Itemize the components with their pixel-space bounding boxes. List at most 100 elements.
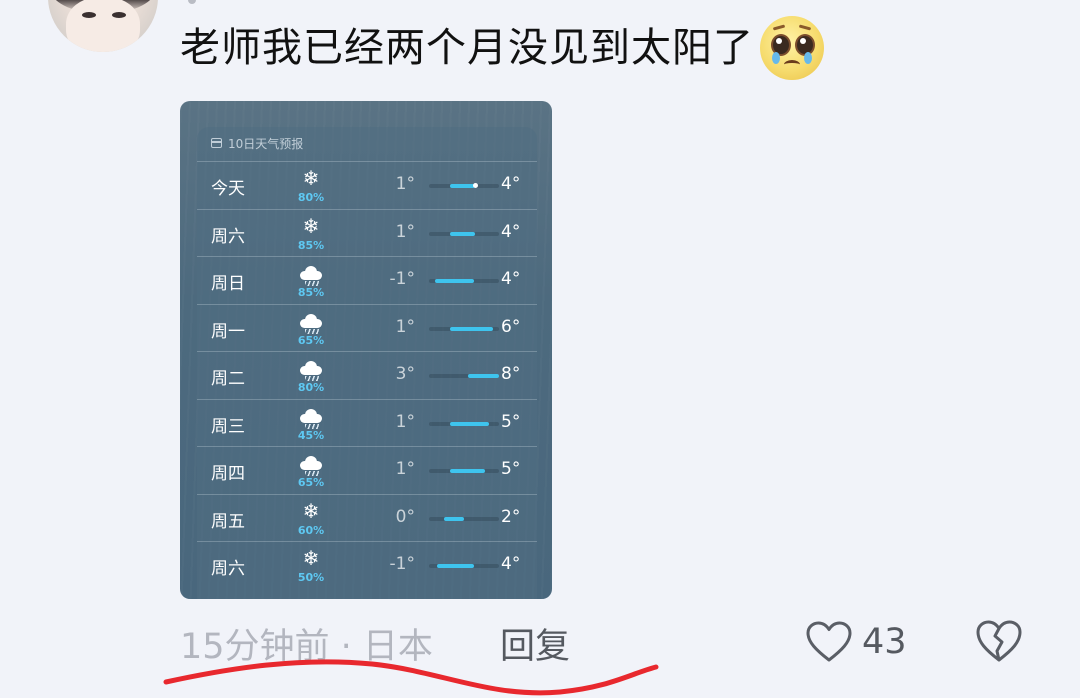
temp-range-bar [429, 469, 499, 473]
forecast-day: 今天 [211, 179, 245, 199]
temp-range-bar [429, 231, 499, 236]
forecast-row: 周一 65% 1° 6° [197, 303, 537, 352]
temp-range-bar [429, 374, 499, 378]
like-button[interactable]: 43 [806, 618, 907, 666]
temp-range-bar [429, 183, 499, 188]
temp-range-fill [450, 421, 489, 426]
precip-chance: 65% [297, 476, 325, 489]
reply-button[interactable]: 回复 [500, 618, 570, 669]
avatar-eye-left [82, 12, 96, 18]
forecast-header: 10日天气预报 [211, 135, 303, 151]
high-temp: 8° [501, 364, 521, 384]
snow-cloud-icon [295, 261, 327, 286]
temp-range-bar [429, 279, 499, 283]
precip-chance: 65% [297, 333, 325, 347]
temp-range-bar [429, 421, 499, 426]
snow-icon: ❄ [302, 498, 320, 523]
pleading-face-emoji-icon [760, 16, 824, 80]
comment-text: 老师我已经两个月没见到太阳了 [180, 25, 754, 71]
user-avatar[interactable] [48, 0, 158, 52]
low-temp: 1° [395, 459, 415, 479]
snow-icon: ❄ [302, 213, 320, 238]
temp-range-fill [434, 279, 475, 283]
emoji-tear-right [804, 52, 812, 64]
high-temp: 2° [501, 506, 521, 527]
like-count: 43 [862, 622, 907, 662]
ten-day-forecast-card: 10日天气预报 今天 ❄ 80% 1° 4° 周六 ❄ 85% 1° 4° 周日 85% -1° 4° 周一… [197, 127, 537, 599]
temp-range-fill [450, 326, 494, 331]
current-temp-dot [472, 183, 478, 188]
weather-screenshot-image[interactable]: 10日天气预报 今天 ❄ 80% 1° 4° 周六 ❄ 85% 1° 4° 周日 85% -1° 4° 周一… [180, 101, 552, 599]
forecast-day: 周四 [211, 464, 245, 484]
forecast-day: 周六 [211, 226, 245, 247]
temp-range-bar [429, 326, 499, 331]
top-edge-mark [188, 0, 196, 4]
rain-cloud-icon [295, 309, 327, 334]
forecast-day: 周二 [211, 369, 245, 389]
high-temp: 5° [501, 411, 521, 432]
temp-range-fill [444, 516, 464, 521]
emoji-brow-right [798, 24, 812, 31]
rain-cloud-icon [295, 451, 327, 476]
precip-chance: 85% [297, 238, 325, 252]
low-temp: 3° [395, 364, 415, 384]
forecast-day: 周三 [211, 416, 245, 437]
rain-cloud-icon [295, 356, 327, 381]
dislike-button[interactable] [974, 618, 1024, 666]
forecast-row: 周四 65% 1° 5° [197, 446, 537, 494]
broken-heart-icon [976, 620, 1022, 662]
high-temp: 4° [501, 554, 521, 574]
low-temp: 1° [395, 174, 415, 194]
high-temp: 4° [501, 221, 521, 242]
low-temp: 1° [395, 221, 415, 242]
temp-range-fill [450, 184, 475, 188]
comment-body: 老师我已经两个月没见到太阳了 [180, 16, 824, 80]
temp-range-fill [450, 469, 485, 473]
heart-outline-icon [806, 621, 852, 662]
high-temp: 5° [501, 459, 521, 479]
forecast-row: 周二 80% 3° 8° [197, 351, 537, 399]
precip-chance: 80% [297, 191, 325, 204]
low-temp: 0° [395, 506, 415, 527]
forecast-row: 周日 85% -1° 4° [197, 256, 537, 304]
precip-chance: 50% [297, 571, 325, 584]
calendar-icon [211, 138, 222, 148]
forecast-row: 周六 ❄ 85% 1° 4° [197, 208, 537, 257]
forecast-day: 周六 [211, 559, 245, 579]
temp-range-bar [429, 564, 499, 568]
forecast-row: 今天 ❄ 80% 1° 4° [197, 161, 537, 209]
comment-screen: 老师我已经两个月没见到太阳了 10日天气预报 今天 ❄ 80% 1° 4° 周六 ❄ 85% 1… [0, 0, 1080, 698]
avatar-eye-right [112, 12, 126, 18]
emoji-brow-left [772, 24, 786, 31]
temp-range-fill [437, 564, 475, 568]
precip-chance: 85% [297, 286, 325, 299]
snow-icon: ❄ [302, 166, 320, 190]
forecast-row: 周三 45% 1° 5° [197, 398, 537, 447]
forecast-day: 周一 [211, 321, 245, 342]
forecast-day: 周五 [211, 511, 245, 532]
precip-chance: 60% [297, 523, 325, 537]
low-temp: 1° [395, 316, 415, 337]
temp-range-fill [467, 374, 499, 378]
forecast-row: 周六 ❄ 50% -1° 4° [197, 541, 537, 589]
precip-chance: 80% [297, 381, 325, 394]
forecast-rows: 今天 ❄ 80% 1° 4° 周六 ❄ 85% 1° 4° 周日 85% -1° 4° 周一 65% 1° 6° 周… [197, 161, 537, 589]
temp-range-bar [429, 516, 499, 521]
forecast-header-label: 10日天气预报 [228, 136, 304, 151]
precip-chance: 45% [297, 428, 325, 442]
avatar-face [66, 0, 140, 52]
temp-range-fill [450, 231, 475, 236]
forecast-row: 周五 ❄ 60% 0° 2° [197, 493, 537, 542]
high-temp: 6° [501, 316, 521, 337]
low-temp: 1° [395, 411, 415, 432]
high-temp: 4° [501, 174, 521, 194]
low-temp: -1° [389, 554, 415, 574]
comment-meta: 15分钟前 · 日本 [180, 627, 433, 667]
snow-icon: ❄ [302, 546, 320, 570]
low-temp: -1° [389, 269, 415, 289]
emoji-mouth [784, 60, 800, 69]
emoji-tear-left [772, 52, 780, 64]
rain-cloud-icon [295, 404, 327, 429]
high-temp: 4° [501, 269, 521, 289]
forecast-day: 周日 [211, 274, 245, 294]
